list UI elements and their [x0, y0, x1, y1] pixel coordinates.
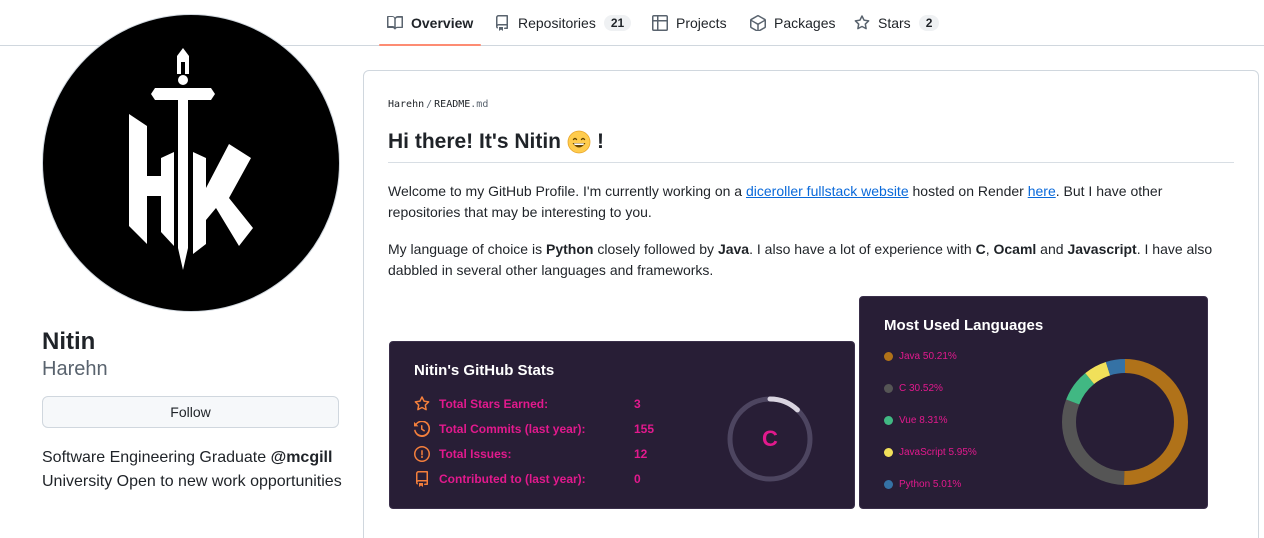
- repositories-count-badge: 21: [603, 14, 632, 31]
- breadcrumb-user-link[interactable]: Harehn: [388, 99, 424, 110]
- stat-label: Contributed to (last year):: [439, 472, 586, 486]
- stat-row-stars: Total Stars Earned: 3: [414, 395, 641, 413]
- text: hosted on Render: [908, 183, 1028, 199]
- stat-row-commits: Total Commits (last year): 155: [414, 420, 654, 438]
- languages-donut-chart: [1062, 359, 1188, 485]
- language-color-dot: [884, 383, 893, 393]
- readme-heading: Hi there! It's Nitin !: [388, 130, 1234, 163]
- book-icon: [387, 15, 403, 30]
- bold-java: Java: [717, 241, 750, 257]
- stat-value: 3: [634, 397, 641, 411]
- language-legend-item: C 30.52%: [884, 381, 943, 395]
- tab-label: Projects: [676, 14, 727, 31]
- stat-value: 0: [634, 472, 641, 486]
- stat-value: 12: [634, 447, 648, 461]
- tab-stars[interactable]: Stars 2: [854, 0, 940, 45]
- language-label: Python 5.01%: [899, 478, 962, 490]
- breadcrumb: Harehn / README.md: [388, 99, 488, 110]
- rank-letter: C: [762, 426, 778, 451]
- language-label: C 30.52%: [899, 382, 943, 394]
- profile-bio: Software Engineering Graduate @mcgill Un…: [42, 446, 342, 494]
- bio-mention-link[interactable]: @mcgill: [271, 449, 333, 466]
- stat-row-contributed: Contributed to (last year): 0: [414, 470, 641, 488]
- diceroller-link[interactable]: diceroller fullstack website: [746, 183, 909, 199]
- text: closely followed by: [593, 241, 718, 257]
- bold-ocaml: Ocaml: [993, 241, 1037, 257]
- profile-login: Harehn: [42, 358, 108, 380]
- readme-card: Harehn / README.md Hi there! It's Nitin ! …: [363, 70, 1259, 538]
- language-legend-item: JavaScript 5.95%: [884, 445, 977, 459]
- bio-text: University Open to new work opportunitie…: [42, 473, 342, 490]
- tab-label: Stars: [878, 14, 911, 31]
- readme-paragraph-languages: My language of choice is Python closely …: [388, 239, 1234, 281]
- tab-label: Packages: [774, 14, 836, 31]
- profile-name: Nitin: [42, 328, 96, 355]
- stat-label: Total Issues:: [439, 447, 512, 461]
- language-legend-item: Vue 8.31%: [884, 413, 948, 427]
- htk-logo-icon: [129, 48, 253, 270]
- stats-card-title: Nitin's GitHub Stats: [414, 362, 555, 379]
- avatar[interactable]: [42, 14, 340, 312]
- breadcrumb-file-link[interactable]: README: [434, 99, 470, 110]
- stat-value: 155: [634, 422, 655, 436]
- repo-icon: [416, 471, 428, 487]
- bio-text: Software Engineering Graduate: [42, 449, 271, 466]
- language-legend-item: Java 50.21%: [884, 349, 957, 363]
- breadcrumb-separator: /: [426, 99, 433, 110]
- heading-text: Hi there! It's Nitin: [388, 130, 562, 153]
- text: My language of choice is: [388, 241, 546, 257]
- language-color-dot: [884, 447, 893, 457]
- readme-paragraph-intro: Welcome to my GitHub Profile. I'm curren…: [388, 181, 1234, 223]
- issue-icon: [414, 446, 430, 462]
- tab-overview[interactable]: Overview: [378, 0, 482, 46]
- tab-repositories[interactable]: Repositories 21: [494, 0, 632, 45]
- stars-count-badge: 2: [918, 14, 940, 31]
- grinning-face-icon: [567, 130, 591, 154]
- language-legend-item: Python 5.01%: [884, 477, 961, 491]
- tab-label: Repositories: [518, 14, 596, 31]
- language-color-dot: [884, 479, 893, 489]
- text: and: [1036, 241, 1068, 257]
- language-label: Java 50.21%: [899, 350, 957, 362]
- stat-label: Total Stars Earned:: [439, 397, 549, 411]
- follow-button[interactable]: Follow: [42, 396, 339, 428]
- top-languages-card[interactable]: Most Used Languages Java 50.21% C 30.52% V…: [859, 296, 1208, 509]
- table-icon: [652, 14, 668, 31]
- text: Welcome to my GitHub Profile. I'm curren…: [388, 183, 746, 199]
- star-icon: [854, 14, 870, 29]
- history-icon: [414, 421, 430, 437]
- bold-javascript: Javascript: [1067, 241, 1137, 257]
- text: . I also have a lot of experience with: [749, 241, 976, 257]
- star-icon: [414, 396, 430, 411]
- heading-text: !: [597, 130, 605, 153]
- language-label: Vue 8.31%: [899, 414, 948, 426]
- bold-python: Python: [545, 241, 594, 257]
- package-icon: [750, 14, 766, 31]
- tab-label: Overview: [411, 14, 474, 31]
- languages-card-title: Most Used Languages: [884, 317, 1044, 334]
- tab-projects[interactable]: Projects: [652, 0, 727, 45]
- render-here-link[interactable]: here: [1028, 183, 1056, 199]
- stat-row-issues: Total Issues: 12: [414, 445, 647, 463]
- language-label: JavaScript 5.95%: [899, 446, 977, 458]
- stat-label: Total Commits (last year):: [439, 422, 586, 436]
- bold-c: C: [975, 241, 986, 257]
- tab-packages[interactable]: Packages: [750, 0, 835, 45]
- repo-icon: [496, 14, 508, 31]
- language-color-dot: [884, 415, 893, 425]
- github-stats-card[interactable]: Nitin's GitHub Stats Total Stars Earned:…: [389, 341, 855, 509]
- language-color-dot: [884, 351, 893, 361]
- breadcrumb-file-ext: .md: [470, 99, 489, 110]
